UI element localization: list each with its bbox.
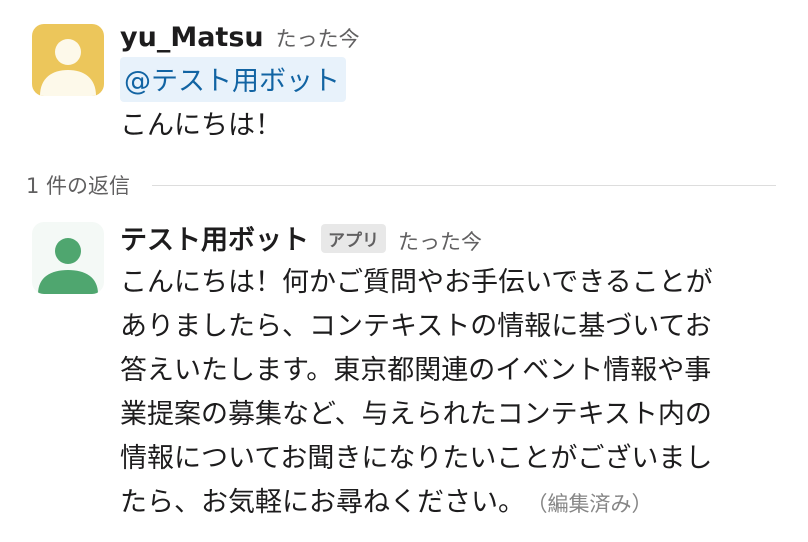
user-avatar-icon bbox=[32, 24, 104, 96]
bot-avatar-icon bbox=[32, 222, 104, 294]
bot-avatar[interactable] bbox=[32, 222, 104, 294]
bot-message-line: こんにちは！何かご質問やお手伝いできることが bbox=[120, 267, 713, 298]
bot-message-line: ありましたら、コンテキストの情報に基づいてお bbox=[120, 311, 712, 342]
user-message-header: yu_Matsu たった今 bbox=[120, 22, 788, 53]
edited-label: （編集済み） bbox=[537, 492, 653, 516]
user-avatar[interactable] bbox=[32, 24, 104, 96]
divider-line bbox=[152, 184, 776, 186]
bot-message-line: たら、お気軽にお尋ねください。 bbox=[120, 487, 525, 518]
bot-message-header: テスト用ボット アプリ たった今 bbox=[120, 218, 788, 257]
bot-message-line: 業提案の募集など、与えられたコンテキスト内の bbox=[120, 399, 712, 430]
bot-mention[interactable]: @テスト用ボット bbox=[120, 57, 346, 102]
app-badge: アプリ bbox=[321, 224, 386, 253]
bot-message-line: 答えいたします。東京都関連のイベント情報や事 bbox=[120, 355, 712, 386]
bot-message-timestamp[interactable]: たった今 bbox=[398, 226, 482, 256]
bot-message: テスト用ボット アプリ たった今 こんにちは！何かご質問やお手伝いできることが … bbox=[0, 212, 808, 532]
thread-replies-divider: 1 件の返信 bbox=[26, 168, 776, 202]
bot-message-last-line: たら、お気軽にお尋ねください。 （編集済み） bbox=[120, 481, 788, 526]
bot-message-line: 情報についてお聞きになりたいことがございまし bbox=[120, 443, 713, 474]
user-message-text: こんにちは！ bbox=[120, 110, 282, 141]
bot-name[interactable]: テスト用ボット bbox=[120, 218, 309, 257]
reply-count: 1 件の返信 bbox=[26, 174, 131, 198]
user-name[interactable]: yu_Matsu bbox=[120, 22, 264, 53]
user-message: yu_Matsu たった今 @テスト用ボット こんにちは！ bbox=[0, 0, 808, 160]
bot-message-text: こんにちは！何かご質問やお手伝いできることが ありましたら、コンテキストの情報に… bbox=[120, 261, 788, 526]
user-message-timestamp[interactable]: たった今 bbox=[276, 23, 360, 53]
